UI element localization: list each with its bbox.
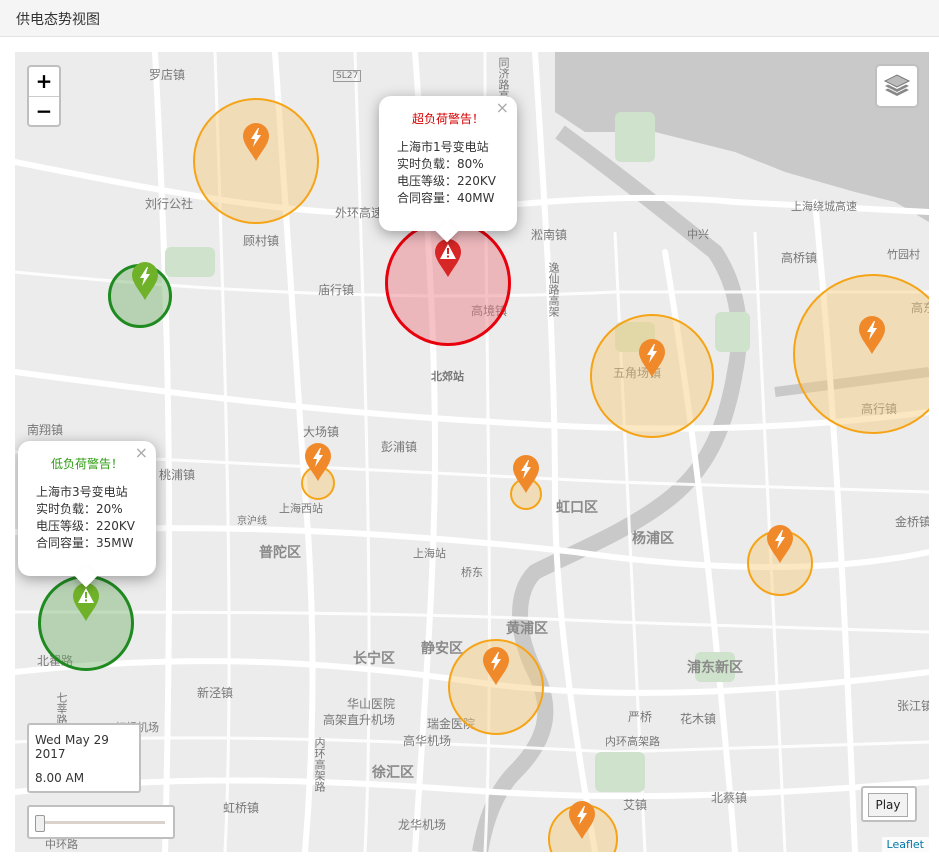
- place-label: 花木镇: [680, 712, 717, 726]
- zoom-in-button[interactable]: +: [29, 67, 59, 96]
- play-button[interactable]: Play: [868, 793, 908, 817]
- place-label: 上海绕城高速: [791, 200, 857, 213]
- layers-button[interactable]: [875, 64, 919, 108]
- popup-close-button[interactable]: ×: [496, 98, 509, 117]
- place-label: 北郊站: [431, 370, 464, 383]
- place-label: 竹园村: [887, 248, 920, 261]
- district-label: 徐汇区: [372, 765, 414, 781]
- district-label: 普陀区: [259, 545, 301, 561]
- place-label: 上海西站: [279, 502, 323, 515]
- lightning-icon[interactable]: [857, 315, 887, 355]
- place-label: 虹桥镇: [223, 801, 260, 815]
- popup-load: 实时负载：20%: [36, 502, 123, 516]
- lightning-icon[interactable]: [130, 261, 160, 301]
- district-label: 静安区: [421, 641, 463, 657]
- place-label: 彭浦镇: [381, 440, 418, 454]
- place-label: 大场镇: [303, 425, 340, 439]
- place-label: 七莘路: [55, 692, 68, 725]
- time-display: Wed May 29 2017 8.00 AM: [27, 723, 141, 793]
- place-label: 龙华机场: [398, 818, 447, 832]
- popup-close-button[interactable]: ×: [135, 443, 148, 462]
- place-label: 淞南镇: [531, 228, 568, 242]
- zoom-control: + −: [27, 65, 61, 127]
- zoom-out-button[interactable]: −: [29, 96, 59, 126]
- lightning-icon[interactable]: [481, 646, 511, 686]
- place-label: 北蔡镇: [711, 791, 748, 805]
- station-popup-underload: × 低负荷警告！ 上海市3号变电站 实时负载：20% 电压等级：220KV 合同…: [18, 441, 156, 588]
- place-label: 南翔镇: [27, 423, 64, 437]
- popup-capacity: 合同容量：35MW: [36, 536, 134, 550]
- panel-title: 供电态势视图: [16, 12, 100, 28]
- place-label: 上海站: [413, 547, 446, 560]
- popup-station-name: 上海市3号变电站: [36, 485, 128, 499]
- station-popup-overload: × 超负荷警告！ 上海市1号变电站 实时负载：80% 电压等级：220KV 合同…: [379, 96, 517, 243]
- popup-voltage: 电压等级：220KV: [36, 519, 135, 533]
- place-label: 中兴: [687, 228, 709, 241]
- lightning-icon[interactable]: [241, 122, 271, 162]
- popup-load: 实时负载：80%: [397, 157, 484, 171]
- place-label: 桃浦镇: [159, 468, 196, 482]
- place-label: 高架直升机场: [323, 713, 396, 727]
- time-slider-handle[interactable]: [35, 815, 45, 832]
- warning-icon[interactable]: [71, 582, 101, 622]
- place-label: 高桥镇: [781, 251, 818, 265]
- popup-warning-title: 超负荷警告！: [411, 112, 484, 126]
- time-date: Wed May 29 2017: [35, 733, 109, 761]
- time-clock: 8.00 AM: [35, 771, 85, 785]
- warning-icon[interactable]: [433, 238, 463, 278]
- time-slider[interactable]: [27, 805, 175, 839]
- popup-warning-title: 低负荷警告！: [50, 457, 123, 471]
- layers-icon: [883, 74, 911, 96]
- place-label: 高华机场: [403, 734, 452, 748]
- popup-capacity: 合同容量：40MW: [397, 191, 495, 205]
- district-label: 杨浦区: [632, 531, 674, 547]
- lightning-icon[interactable]: [303, 442, 333, 482]
- place-label: SL27: [333, 70, 362, 82]
- panel-header: 供电态势视图: [0, 0, 939, 37]
- district-label: 浦东新区: [687, 660, 743, 676]
- place-label: 顾村镇: [243, 234, 280, 248]
- place-label: 严桥: [628, 710, 653, 724]
- district-label: 虹口区: [556, 500, 598, 516]
- popup-station-name: 上海市1号变电站: [397, 140, 489, 154]
- place-label: 逸仙路高架: [547, 262, 560, 317]
- lightning-icon[interactable]: [567, 800, 597, 840]
- place-label: 外环高速: [335, 206, 384, 220]
- lightning-icon[interactable]: [637, 338, 667, 378]
- district-label: 黄浦区: [506, 621, 548, 637]
- place-label: 刘行公社: [145, 197, 194, 211]
- place-label: 桥东: [461, 566, 483, 579]
- popup-voltage: 电压等级：220KV: [397, 174, 496, 188]
- map-view[interactable]: 罗店镇 SL27 同济路高架 刘行公社 顾村镇 外环高速 淞南镇 中兴 上海绕城…: [15, 52, 929, 852]
- map-attribution-link[interactable]: Leaflet: [881, 837, 929, 852]
- place-label: 内环高架路: [313, 737, 326, 792]
- place-label: 内环高架路: [605, 735, 660, 748]
- play-control: Play: [861, 786, 917, 822]
- place-label: 罗店镇: [149, 68, 186, 82]
- place-label: 新泾镇: [197, 686, 234, 700]
- place-label: 庙行镇: [318, 283, 355, 297]
- time-slider-track: [37, 821, 165, 824]
- place-label: 京沪线: [237, 516, 267, 527]
- lightning-icon[interactable]: [765, 524, 795, 564]
- lightning-icon[interactable]: [511, 454, 541, 494]
- place-label: 金桥镇: [895, 515, 929, 529]
- district-label: 长宁区: [353, 651, 395, 667]
- place-label: 张江镇: [897, 699, 929, 713]
- place-label: 华山医院: [347, 697, 396, 711]
- place-label: 艾镇: [623, 798, 648, 812]
